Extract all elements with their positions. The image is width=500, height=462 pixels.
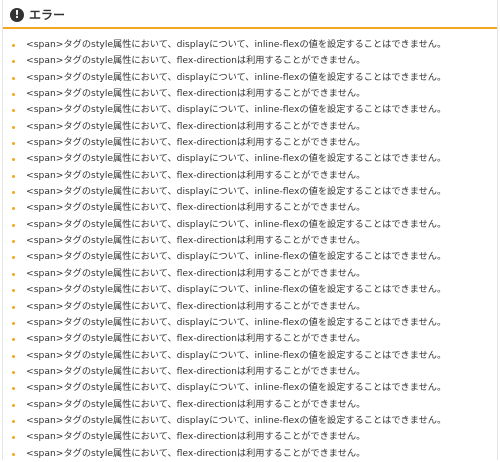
bullet-icon — [12, 142, 15, 146]
error-list-item: <span>タグのstyle属性において、displayについて、inline-… — [3, 37, 497, 53]
error-message: <span>タグのstyle属性において、flex-directionは利用する… — [26, 120, 366, 132]
error-panel-header: ! エラー — [3, 0, 497, 29]
exclamation-circle-icon: ! — [10, 8, 24, 22]
error-list-item: <span>タグのstyle属性において、displayについて、inline-… — [3, 348, 497, 364]
bullet-icon — [12, 44, 15, 47]
bullet-icon — [12, 223, 15, 227]
error-list-item: <span>タグのstyle属性において、flex-directionは利用する… — [3, 200, 497, 216]
error-list-item: <span>タグのstyle属性において、displayについて、inline-… — [3, 151, 497, 167]
bullet-icon — [12, 158, 15, 162]
error-list-item: <span>タグのstyle属性において、flex-directionは利用する… — [3, 397, 497, 413]
bullet-icon — [12, 403, 15, 407]
error-list-item: <span>タグのstyle属性において、flex-directionは利用する… — [3, 364, 497, 380]
bullet-icon — [12, 60, 15, 64]
error-message: <span>タグのstyle属性において、displayについて、inline-… — [26, 186, 447, 198]
error-message: <span>タグのstyle属性において、flex-directionは利用する… — [26, 235, 366, 247]
error-message: <span>タグのstyle属性において、flex-directionは利用する… — [26, 398, 366, 410]
error-list-item: <span>タグのstyle属性において、displayについて、inline-… — [3, 315, 497, 331]
error-message: <span>タグのstyle属性において、flex-directionは利用する… — [26, 55, 366, 67]
error-list-item: <span>タグのstyle属性において、displayについて、inline-… — [3, 413, 497, 429]
error-list-item: <span>タグのstyle属性において、displayについて、inline-… — [3, 380, 497, 396]
error-message: <span>タグのstyle属性において、displayについて、inline-… — [26, 71, 447, 83]
bullet-icon — [12, 338, 15, 342]
bullet-icon — [12, 125, 15, 129]
error-list-item: <span>タグのstyle属性において、flex-directionは利用する… — [3, 446, 497, 462]
error-message: <span>タグのstyle属性において、flex-directionは利用する… — [26, 169, 366, 181]
error-message: <span>タグのstyle属性において、displayについて、inline-… — [26, 284, 447, 296]
error-list-item: <span>タグのstyle属性において、flex-directionは利用する… — [3, 331, 497, 347]
bullet-icon — [12, 109, 15, 113]
error-message: <span>タグのstyle属性において、displayについて、inline-… — [26, 349, 447, 361]
error-message: <span>タグのstyle属性において、flex-directionは利用する… — [26, 300, 366, 312]
error-list-item: <span>タグのstyle属性において、flex-directionは利用する… — [3, 429, 497, 445]
error-message: <span>タグのstyle属性において、flex-directionは利用する… — [26, 447, 366, 459]
error-message: <span>タグのstyle属性において、displayについて、inline-… — [26, 39, 447, 50]
error-panel: ! エラー <span>タグのstyle属性において、displayについて、i… — [2, 0, 498, 460]
bullet-icon — [12, 256, 15, 260]
error-panel-title: エラー — [29, 8, 66, 22]
error-message: <span>タグのstyle属性において、flex-directionは利用する… — [26, 365, 366, 377]
error-message: <span>タグのstyle属性において、displayについて、inline-… — [26, 104, 447, 116]
bullet-icon — [12, 207, 15, 211]
error-message: <span>タグのstyle属性において、displayについて、inline-… — [26, 218, 447, 230]
error-list-item: <span>タグのstyle属性において、flex-directionは利用する… — [3, 119, 497, 135]
bullet-icon — [12, 240, 15, 244]
error-list-item: <span>タグのstyle属性において、displayについて、inline-… — [3, 70, 497, 86]
error-message: <span>タグのstyle属性において、flex-directionは利用する… — [26, 202, 366, 214]
bullet-icon — [12, 93, 15, 97]
error-list-item: <span>タグのstyle属性において、displayについて、inline-… — [3, 249, 497, 265]
error-list-item: <span>タグのstyle属性において、flex-directionは利用する… — [3, 86, 497, 102]
error-message: <span>タグのstyle属性において、displayについて、inline-… — [26, 251, 447, 263]
error-message: <span>タグのstyle属性において、flex-directionは利用する… — [26, 137, 366, 149]
bullet-icon — [12, 191, 15, 195]
error-list-item: <span>タグのstyle属性において、flex-directionは利用する… — [3, 168, 497, 184]
error-message: <span>タグのstyle属性において、flex-directionは利用する… — [26, 88, 366, 100]
bullet-icon — [12, 305, 15, 309]
bullet-icon — [12, 76, 15, 80]
bullet-icon — [12, 452, 15, 456]
error-message: <span>タグのstyle属性において、displayについて、inline-… — [26, 382, 447, 394]
error-message: <span>タグのstyle属性において、flex-directionは利用する… — [26, 333, 366, 345]
bullet-icon — [12, 370, 15, 374]
error-message: <span>タグのstyle属性において、displayについて、inline-… — [26, 316, 447, 328]
error-list-item: <span>タグのstyle属性において、flex-directionは利用する… — [3, 299, 497, 315]
error-list-item: <span>タグのstyle属性において、flex-directionは利用する… — [3, 233, 497, 249]
error-list-item: <span>タグのstyle属性において、displayについて、inline-… — [3, 184, 497, 200]
bullet-icon — [12, 387, 15, 391]
error-list-item: <span>タグのstyle属性において、flex-directionは利用する… — [3, 135, 497, 151]
error-list-item: <span>タグのstyle属性において、flex-directionは利用する… — [3, 53, 497, 69]
error-list-item: <span>タグのstyle属性において、displayについて、inline-… — [3, 217, 497, 233]
error-list: <span>タグのstyle属性において、displayについて、inline-… — [3, 29, 497, 462]
bullet-icon — [12, 289, 15, 293]
error-message: <span>タグのstyle属性において、displayについて、inline-… — [26, 153, 447, 165]
error-message: <span>タグのstyle属性において、flex-directionは利用する… — [26, 431, 366, 443]
bullet-icon — [12, 272, 15, 276]
error-message: <span>タグのstyle属性において、displayについて、inline-… — [26, 414, 447, 426]
bullet-icon — [12, 354, 15, 358]
bullet-icon — [12, 436, 15, 440]
error-list-item: <span>タグのstyle属性において、flex-directionは利用する… — [3, 266, 497, 282]
error-list-item: <span>タグのstyle属性において、displayについて、inline-… — [3, 282, 497, 298]
error-list-item: <span>タグのstyle属性において、displayについて、inline-… — [3, 102, 497, 118]
bullet-icon — [12, 419, 15, 423]
bullet-icon — [12, 321, 15, 325]
bullet-icon — [12, 174, 15, 178]
error-message: <span>タグのstyle属性において、flex-directionは利用する… — [26, 267, 366, 279]
